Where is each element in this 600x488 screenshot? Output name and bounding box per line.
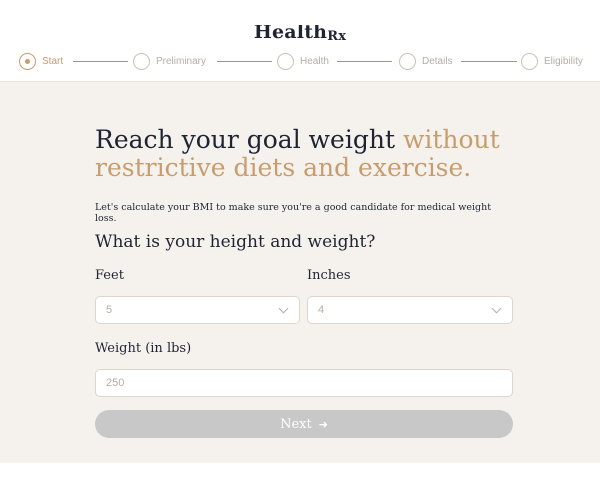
chevron-down-icon: [278, 303, 289, 314]
step-eligibility-indicator-icon: [521, 52, 538, 70]
step-preliminary-label: Preliminary: [156, 55, 207, 67]
page-headline: Reach your goal weight without restricti…: [95, 126, 515, 182]
top-bar: [0, 0, 600, 25]
step-connector: [337, 61, 392, 62]
step-start-indicator-icon: [19, 52, 36, 70]
inches-label: Inches: [307, 268, 351, 283]
step-connector: [461, 61, 517, 62]
step-start: Start: [19, 51, 63, 71]
logo-rx: Rx: [327, 29, 347, 42]
step-start-label: Start: [42, 55, 64, 67]
step-details-label: Details: [422, 55, 453, 67]
step-details: Details: [399, 51, 453, 71]
weight-label: Weight (in lbs): [95, 341, 192, 356]
page-subtext: Let's calculate your BMI to make sure yo…: [95, 202, 492, 224]
weight-input[interactable]: [95, 369, 513, 397]
next-button-label: Next: [280, 416, 312, 432]
form-question: What is your height and weight?: [95, 232, 376, 252]
step-details-indicator-icon: [399, 52, 416, 70]
inches-select-value: 4: [318, 304, 325, 316]
main-content: Reach your goal weight without restricti…: [0, 82, 600, 463]
logo[interactable]: HealthRx: [0, 25, 600, 41]
arrow-right-icon: ➜: [318, 417, 328, 431]
step-connector: [73, 61, 128, 62]
step-eligibility: Eligibility: [521, 51, 583, 71]
feet-select[interactable]: 5: [95, 296, 300, 324]
step-health-indicator-icon: [277, 52, 294, 70]
progress-steps: Start Preliminary Health Details Eligibi…: [19, 51, 594, 71]
feet-select-value: 5: [106, 304, 113, 316]
inches-select[interactable]: 4: [307, 296, 513, 324]
step-preliminary: Preliminary: [133, 51, 206, 71]
step-health-label: Health: [300, 55, 329, 67]
headline-primary: Reach your goal weight: [95, 125, 403, 154]
chevron-down-icon: [491, 303, 502, 314]
logo-text: Health: [253, 25, 328, 41]
step-eligibility-label: Eligibility: [544, 55, 583, 67]
step-preliminary-indicator-icon: [133, 52, 150, 70]
header: HealthRx Start Preliminary Health Detail…: [0, 25, 600, 82]
next-button[interactable]: Next ➜: [95, 410, 513, 438]
step-connector: [217, 61, 272, 62]
feet-label: Feet: [95, 268, 124, 283]
step-health: Health: [277, 51, 329, 71]
